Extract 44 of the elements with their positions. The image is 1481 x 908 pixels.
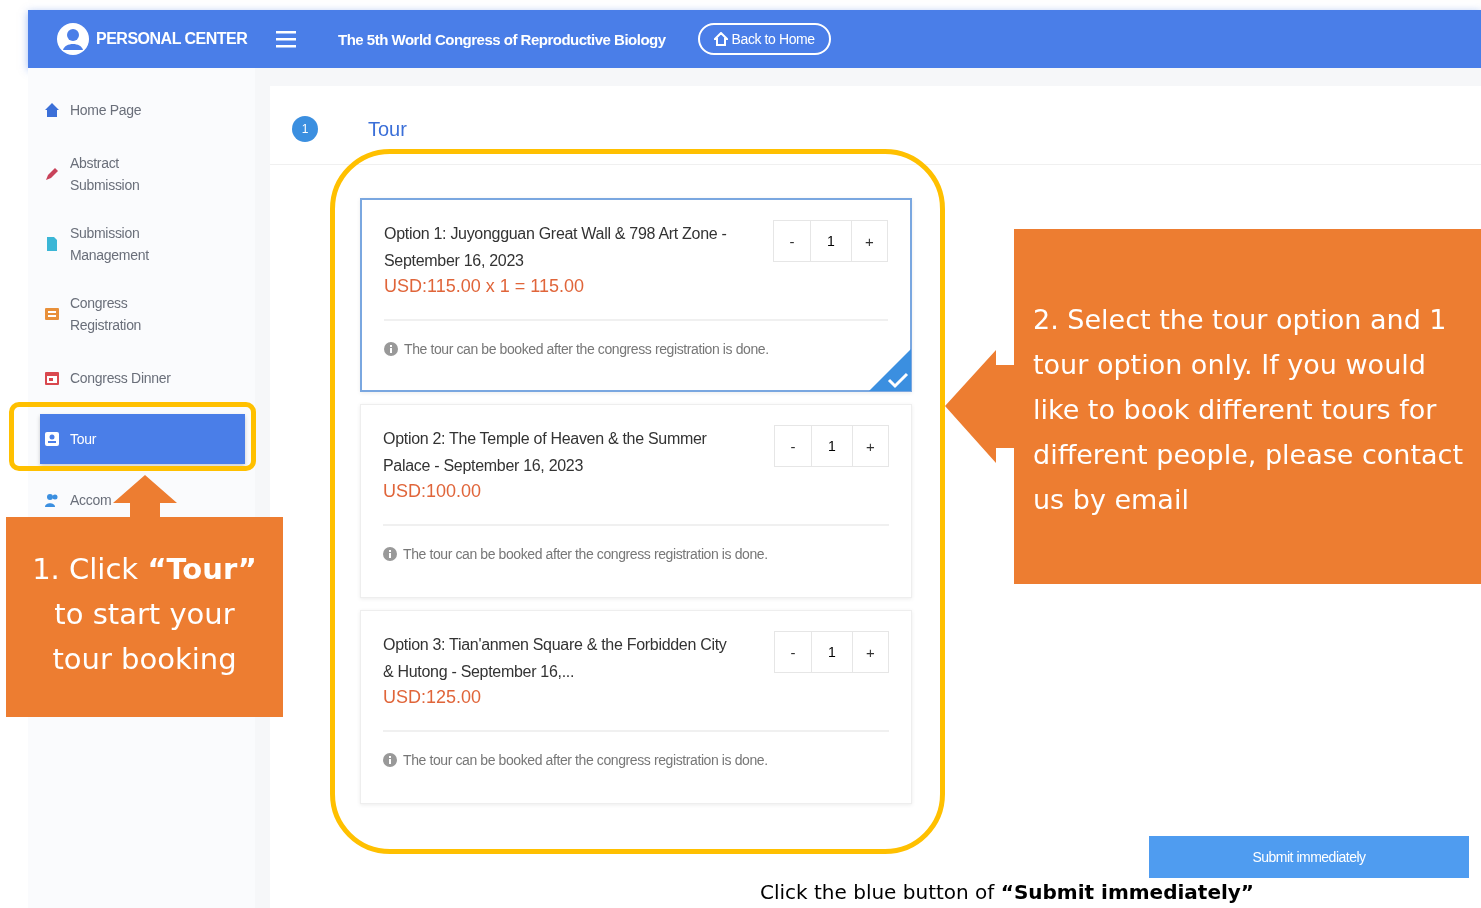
user-avatar-icon [56, 22, 90, 56]
sidebar-item[interactable]: Abstract Submission [28, 146, 245, 202]
menu-icon[interactable] [276, 30, 296, 48]
home-icon [44, 102, 60, 118]
callout: 1. Click “Tour” to start your tour booking [6, 517, 283, 717]
conference-title: The 5th World Congress of Reproductive Biology [338, 30, 666, 48]
option-note: The tour can be booked after the congress registration is done. [403, 752, 768, 768]
document-icon [44, 236, 60, 252]
quantity-stepper[interactable]: - 1 + [773, 220, 888, 262]
info-icon [383, 753, 397, 767]
pen-icon [44, 166, 60, 182]
people-icon [44, 492, 60, 508]
info-icon [383, 547, 397, 561]
back-to-home-button[interactable]: Back to Home [697, 23, 831, 55]
option-note: The tour can be booked after the congress registration is done. [403, 546, 768, 562]
info-icon [384, 342, 398, 356]
callout: 2. Select the tour option and 1 tour option only. If you would like to book different tours for different people, please contact us by email [1014, 229, 1481, 584]
option-note: The tour can be booked after the congress registration is done. [404, 341, 769, 357]
arrow-pointer [113, 475, 177, 518]
id-card-icon [44, 306, 60, 322]
option-price: USD:100.00 [383, 481, 483, 502]
badge-icon [44, 431, 60, 447]
quantity-stepper[interactable]: - 1 + [774, 425, 889, 467]
sidebar-item[interactable]: Submission Management [28, 216, 245, 272]
sidebar-item[interactable]: Tour [40, 414, 245, 464]
quantity-stepper[interactable]: - 1 + [774, 631, 889, 673]
tour-option-card[interactable]: Option 2: The Temple of Heaven & the Summer Palace - September 16, 2023 USD:100.00 - 1 + The tour can be booked after the congress registration is done. [360, 404, 912, 598]
instruction-text: Click the blue button of “Submit immediately” [760, 880, 1254, 904]
sidebar-item[interactable]: Congress Dinner [28, 356, 245, 400]
option-title: Option 3: Tian'anmen Square & the Forbidden City & Hutong - September 16,... [383, 635, 728, 682]
app-title: PERSONAL CENTER [96, 30, 248, 48]
tour-option-card[interactable]: Option 1: Juyongguan Great Wall & 798 Art Zone - September 16, 2023 USD:115.00 x 1 = 115.00 - 1 + The tour can be booked after the congress registration is done. [360, 198, 912, 392]
step-number: 1 [292, 116, 318, 142]
section-title: Tour [368, 117, 407, 141]
tour-option-card[interactable]: Option 3: Tian'anmen Square & the Forbidden City & Hutong - September 16,... USD:125.00 - 1 + The tour can be booked after the congress registration is done. [360, 610, 912, 804]
option-price: USD:115.00 x 1 = 115.00 [384, 276, 585, 297]
sidebar-item[interactable]: Congress Registration [28, 286, 245, 342]
option-price: USD:125.00 [383, 687, 483, 708]
sidebar-item[interactable]: Home Page [28, 88, 245, 132]
option-title: Option 2: The Temple of Heaven & the Summer Palace - September 16, 2023 [383, 429, 708, 476]
calendar-icon [44, 370, 60, 386]
home-icon [713, 32, 728, 46]
option-title: Option 1: Juyongguan Great Wall & 798 Art Zone - September 16, 2023 [384, 224, 728, 271]
selected-check-icon [869, 349, 911, 391]
